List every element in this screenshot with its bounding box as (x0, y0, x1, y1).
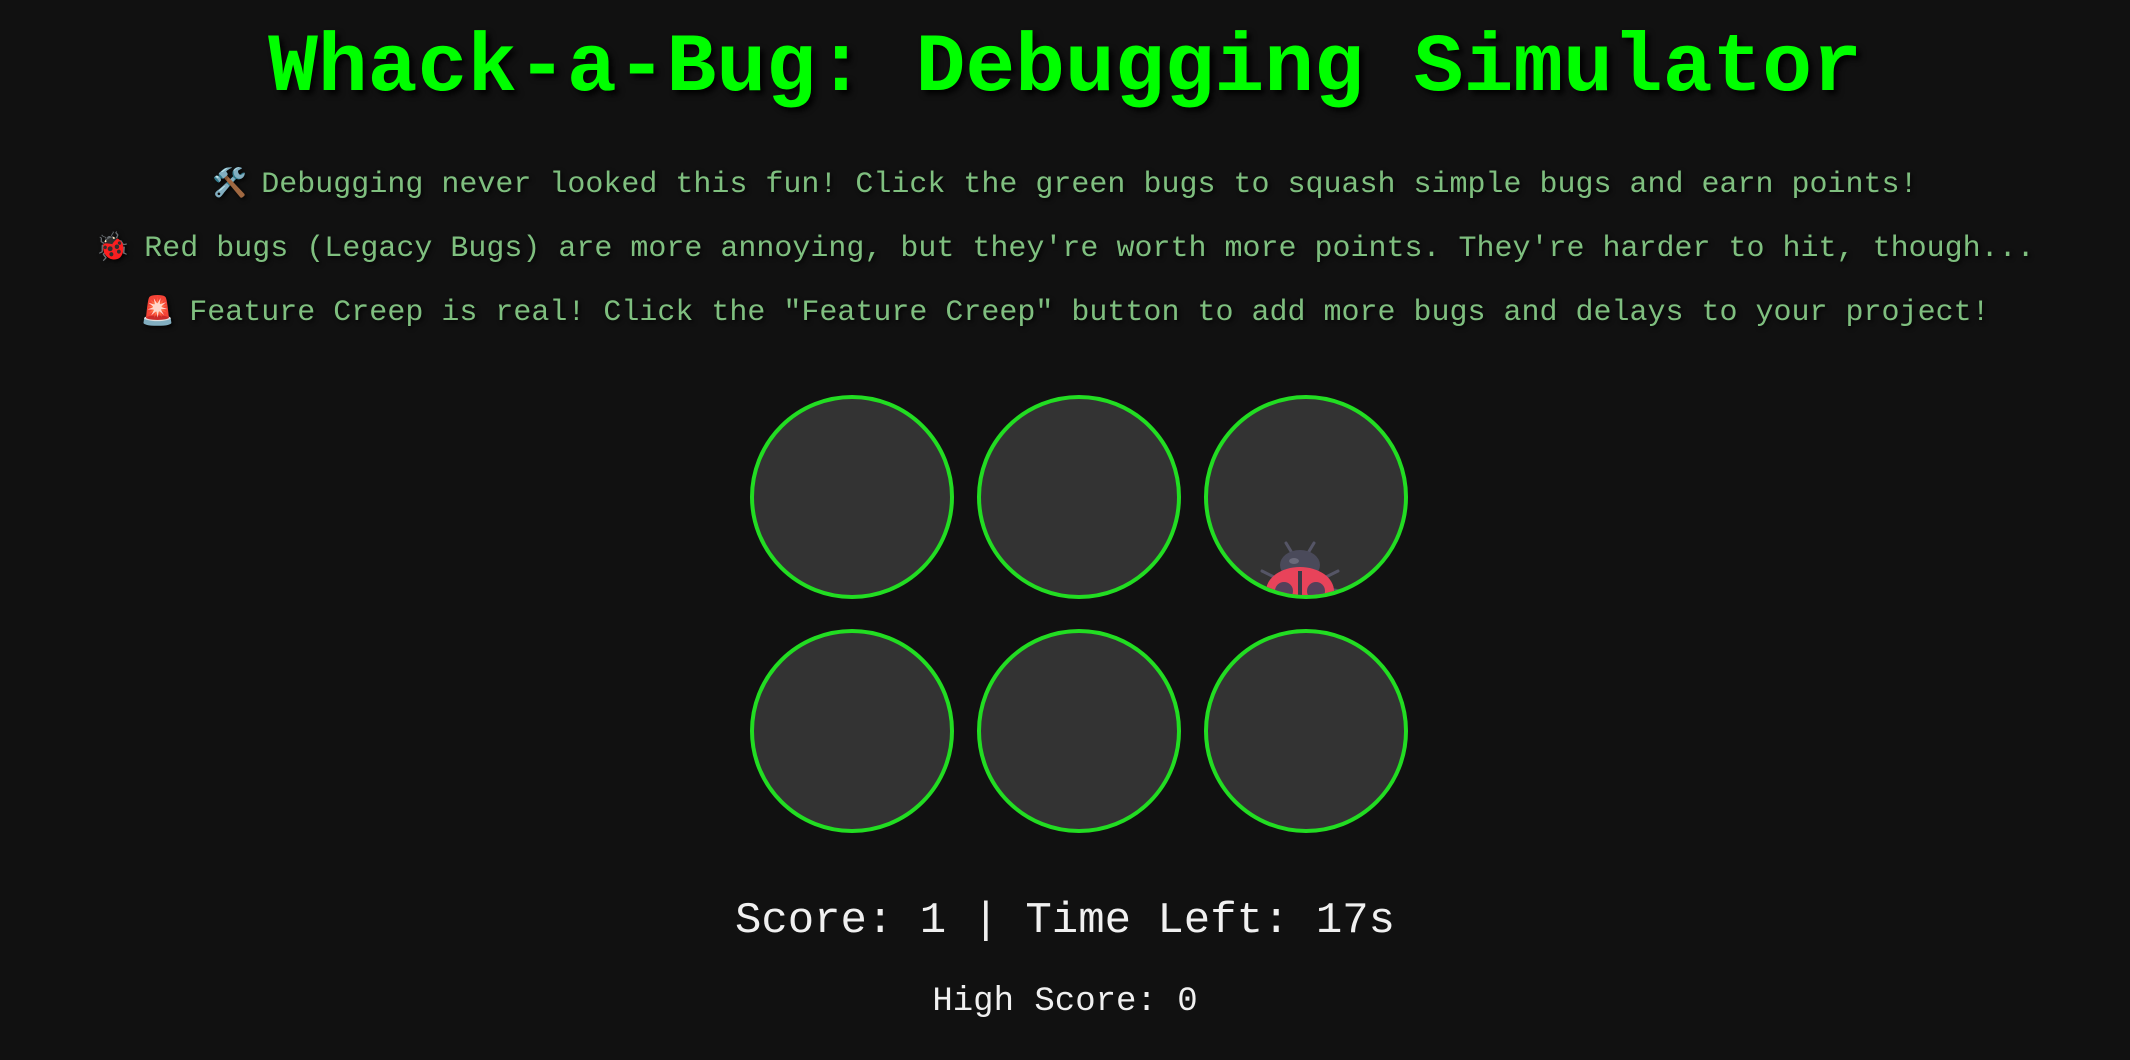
siren-icon: 🚨 (140, 294, 176, 327)
bug-hole-3[interactable] (1204, 395, 1408, 599)
bug-hole-6[interactable] (1204, 629, 1408, 833)
instruction-text: Red bugs (Legacy Bugs) are more annoying… (144, 232, 2035, 266)
game-title: Whack-a-Bug: Debugging Simulator (268, 21, 1862, 115)
bug-hole-5[interactable] (977, 629, 1181, 833)
score-time-display: Score: 1 | Time Left: 17s (734, 896, 1396, 946)
hammer-wrench-icon: 🛠️ (212, 166, 248, 199)
bug-hole-1[interactable] (750, 395, 954, 599)
ladybug-icon: 🐞 (95, 230, 131, 263)
high-score-display: High Score: 0 (932, 983, 1198, 1021)
instruction-red-bugs: 🐞 Red bugs (Legacy Bugs) are more annoyin… (0, 227, 2130, 269)
instruction-text: Debugging never looked this fun! Click t… (261, 168, 1918, 202)
instruction-feature-creep: 🚨 Feature Creep is real! Click the "Featu… (0, 291, 2130, 333)
bug-hole-grid (748, 393, 1410, 833)
instruction-text: Feature Creep is real! Click the "Featur… (189, 296, 1990, 330)
game-page: Whack-a-Bug: Debugging Simulator 🛠️ Debug… (0, 0, 2130, 1060)
red-ladybug-bug[interactable] (1256, 539, 1344, 599)
bug-hole-4[interactable] (750, 629, 954, 833)
bug-hole-2[interactable] (977, 395, 1181, 599)
instruction-green-bugs: 🛠️ Debugging never looked this fun! Click… (0, 163, 2130, 205)
